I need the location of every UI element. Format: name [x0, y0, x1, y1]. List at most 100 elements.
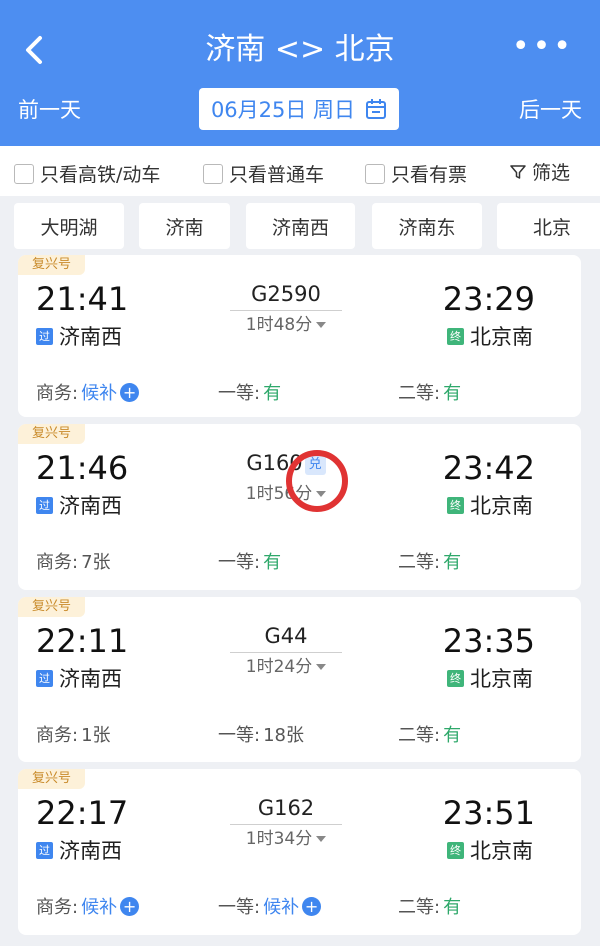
- business-label: 商务:: [36, 552, 79, 573]
- first-value: 有: [263, 552, 282, 573]
- business-seat: 商务: 7张: [36, 548, 111, 574]
- terminal-badge-icon: 终: [447, 669, 464, 687]
- first-value: 候补: [263, 897, 300, 918]
- train-card[interactable]: 复兴号 22:17 G162 1时34分 23:51 过济南西 终北京南 商务:…: [18, 769, 581, 935]
- route-title: 济南 <> 北京: [205, 32, 395, 67]
- terminal-badge-icon: 终: [447, 841, 464, 859]
- station-tab-jinan-east[interactable]: 济南东: [372, 203, 482, 249]
- train-card[interactable]: 复兴号 22:11 G44 1时24分 23:35 过济南西 终北京南 商务: 1…: [18, 597, 581, 762]
- first-value: 18张: [263, 725, 304, 746]
- fuxing-tag: 复兴号: [18, 255, 85, 275]
- divider: [230, 652, 342, 653]
- available-label: 只看有票: [391, 164, 468, 186]
- seat-availability: 商务: 7张 一等: 有 二等: 有: [36, 548, 566, 574]
- first-label: 一等:: [218, 897, 261, 918]
- business-value: 候补: [81, 383, 118, 404]
- plus-icon[interactable]: +: [302, 896, 322, 916]
- train-number: G44: [264, 624, 308, 648]
- station-tab-daminghu[interactable]: 大明湖: [14, 203, 124, 249]
- terminal-badge-icon: 终: [447, 327, 464, 345]
- train-info: G44 1时24分: [230, 621, 342, 679]
- second-label: 二等:: [398, 552, 441, 573]
- normal-train-label: 只看普通车: [229, 164, 325, 186]
- second-value: 有: [443, 552, 462, 573]
- departure-station: 过济南西: [36, 663, 122, 693]
- duration-label: 1时24分: [245, 657, 313, 677]
- first-class-seat[interactable]: 一等: 候补 +: [218, 893, 322, 919]
- arrival-station-label: 北京南: [470, 839, 533, 863]
- prev-day-button[interactable]: 前一天: [18, 94, 81, 126]
- business-seat[interactable]: 商务: 候补 +: [36, 893, 140, 919]
- duration[interactable]: 1时48分: [230, 313, 342, 337]
- business-value: 1张: [81, 725, 111, 746]
- pass-badge-icon: 过: [36, 327, 53, 345]
- caret-down-icon: [316, 322, 327, 328]
- departure-station-label: 济南西: [59, 494, 122, 518]
- train-card[interactable]: 复兴号 21:46 G160 兑 1时56分 23:42 过济南西 终北京南 商务…: [18, 424, 581, 590]
- departure-time: 21:46: [36, 449, 129, 487]
- filter-bar: 只看高铁/动车 只看普通车 只看有票 筛选: [0, 146, 600, 196]
- first-label: 一等:: [218, 552, 261, 573]
- pass-badge-icon: 过: [36, 669, 53, 687]
- station-tab-beijing[interactable]: 北京: [497, 203, 600, 249]
- fuxing-tag: 复兴号: [18, 769, 85, 789]
- arrival-station: 终北京南: [447, 663, 533, 693]
- departure-station: 过济南西: [36, 490, 122, 520]
- business-seat[interactable]: 商务: 候补 +: [36, 379, 140, 405]
- high-speed-label: 只看高铁/动车: [40, 164, 161, 186]
- available-checkbox[interactable]: 只看有票: [365, 160, 467, 187]
- departure-station: 过济南西: [36, 321, 122, 351]
- date-selector[interactable]: 06月25日 周日: [199, 88, 399, 130]
- filter-button[interactable]: 筛选: [510, 158, 570, 185]
- first-class-seat: 一等: 有: [218, 379, 281, 405]
- duration[interactable]: 1时34分: [230, 827, 342, 851]
- departure-time: 22:17: [36, 794, 129, 832]
- first-value: 有: [263, 383, 282, 404]
- business-value: 7张: [81, 552, 111, 573]
- second-label: 二等:: [398, 383, 441, 404]
- seat-availability: 商务: 1张 一等: 18张 二等: 有: [36, 721, 566, 747]
- business-label: 商务:: [36, 897, 79, 918]
- more-icon[interactable]: •••: [512, 30, 574, 64]
- business-label: 商务:: [36, 383, 79, 404]
- top-header: 济南 <> 北京 ••• 前一天 06月25日 周日 后一天: [0, 0, 600, 146]
- next-day-button[interactable]: 后一天: [519, 94, 582, 126]
- station-tab-jinan-west[interactable]: 济南西: [246, 203, 355, 249]
- train-number: G2590: [251, 282, 321, 306]
- second-label: 二等:: [398, 897, 441, 918]
- first-class-seat: 一等: 18张: [218, 721, 304, 747]
- arrival-station: 终北京南: [447, 835, 533, 865]
- second-label: 二等:: [398, 725, 441, 746]
- second-value: 有: [443, 897, 462, 918]
- business-seat: 商务: 1张: [36, 721, 111, 747]
- filter-label: 筛选: [531, 162, 570, 184]
- business-label: 商务:: [36, 725, 79, 746]
- plus-icon[interactable]: +: [120, 896, 140, 916]
- station-tabs: 大明湖 济南 济南西 济南东 北京: [0, 196, 600, 254]
- arrival-station: 终北京南: [447, 321, 533, 351]
- arrival-station-label: 北京南: [470, 494, 533, 518]
- high-speed-checkbox[interactable]: 只看高铁/动车: [14, 160, 160, 187]
- divider: [230, 824, 342, 825]
- duration[interactable]: 1时24分: [230, 655, 342, 679]
- train-info: G162 1时34分: [230, 793, 342, 851]
- arrival-time: 23:29: [442, 280, 535, 318]
- seat-availability: 商务: 候补 + 一等: 候补 + 二等: 有: [36, 893, 566, 919]
- plus-icon[interactable]: +: [120, 382, 140, 402]
- business-value: 候补: [81, 897, 118, 918]
- fuxing-tag: 复兴号: [18, 597, 85, 617]
- normal-train-checkbox[interactable]: 只看普通车: [203, 160, 324, 187]
- date-label: 06月25日 周日: [210, 98, 356, 122]
- seat-availability: 商务: 候补 + 一等: 有 二等: 有: [36, 379, 566, 405]
- arrival-station-label: 北京南: [470, 667, 533, 691]
- calendar-icon: [366, 99, 387, 119]
- departure-station: 过济南西: [36, 835, 122, 865]
- departure-station-label: 济南西: [59, 325, 122, 349]
- station-tab-jinan[interactable]: 济南: [139, 203, 230, 249]
- train-card[interactable]: 复兴号 21:41 G2590 1时48分 23:29 过济南西 终北京南 商务…: [18, 255, 581, 417]
- first-label: 一等:: [218, 725, 261, 746]
- departure-time: 22:11: [36, 622, 129, 660]
- departure-time: 21:41: [36, 280, 129, 318]
- arrival-time: 23:51: [442, 794, 535, 832]
- checkbox-icon: [14, 163, 34, 184]
